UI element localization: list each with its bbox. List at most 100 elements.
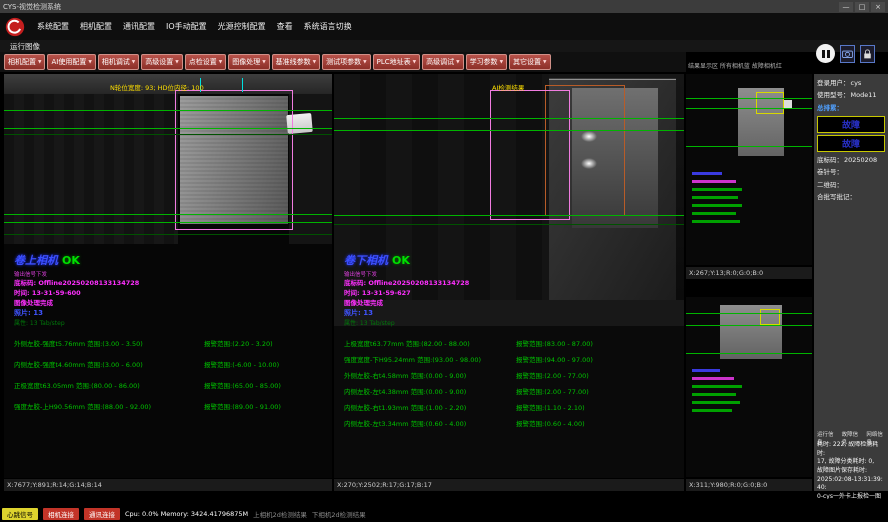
guide-line-overlay [686,353,812,354]
guide-line-overlay [686,313,812,314]
window-title: CYS-视觉检测系统 [3,2,61,12]
barcode-label: 底标码： [817,154,843,166]
lower-camera-result-text: 下相机2d检测结果 [312,509,366,519]
toolbar-button-other-settings[interactable]: 其它设置▼ [509,54,550,70]
guide-line-overlay [334,215,684,216]
chevron-down-icon: ▼ [500,60,503,65]
model-label: 使用型号： [817,89,850,101]
signal-text: 输出信号下发 [14,270,328,278]
time-text: 时间: 13-31-59-627 [344,288,680,298]
status-display-box-1: 故障 [817,116,885,133]
barcode-row: 底标码： 20250208 [817,154,885,166]
menu-item-view[interactable]: 查看 [277,21,293,32]
toolbar-button-image-processing[interactable]: 图像处理▼ [228,54,269,70]
mini-text-line [692,385,742,388]
measurement-row: 外侧左胶-强度t5.76mm 范围:(3.00 - 3.50)报警范围:(2.2… [14,338,328,348]
chevron-down-icon: ▼ [38,60,41,65]
measurement-row: 上极宽度t63.77mm 范围:(82.00 - 88.00)报警范围:(83.… [344,338,680,348]
batch-row: 合批写批记： [817,191,885,203]
tab-run-image[interactable]: 运行图像 [10,41,40,52]
camera-name: 卷上相机 [14,254,58,267]
thumbnail-view-top[interactable] [686,74,812,265]
roi-box-overlay [756,92,784,114]
process-status-text: 图像处理完成 [344,298,680,308]
thumbnail-view-bottom[interactable] [686,297,812,477]
toolbar-button-advanced-debug[interactable]: 高级调试▼ [422,54,463,70]
minimize-button[interactable]: — [839,2,853,12]
chevron-down-icon: ▼ [88,60,91,65]
toolbar-button-test-item-params[interactable]: 测试项参数▼ [322,54,370,70]
guide-line-overlay [334,130,684,131]
toolbar-button-baseline-params[interactable]: 基准线参数▼ [272,54,320,70]
chevron-down-icon: ▼ [262,60,265,65]
title-bar: CYS-视觉检测系统 — □ × [0,0,888,13]
toolbar-button-advanced-settings[interactable]: 高级设置▼ [141,54,182,70]
chevron-down-icon: ▼ [219,60,222,65]
tab-row: 运行图像 [0,40,888,52]
toolbar-button-plc-address[interactable]: PLC地址表▼ [373,54,420,70]
stats-text-block: 耗时: 222, 故障检测耗时: 17, 故障分类耗时: 0, 故障图片保存耗时… [814,441,888,499]
model-row: 使用型号： Mode11 [817,89,885,101]
toolbar-button-ai-config[interactable]: AI使用配置▼ [47,54,95,70]
measurement-row: 内侧左胶-强度t4.60mm 范围:(3.00 - 6.00)报警范围:(-6.… [14,359,328,369]
camera-view-lower[interactable]: AI检测结果 卷下相机OK 输出信号下发 底标码: Offline2025020… [334,74,684,478]
result-block-upper: 卷上相机OK 输出信号下发 底标码: Offline20250208133134… [14,252,328,422]
mini-text-line [692,172,722,175]
stats-line: 17, 故障分类耗时: 0, [817,458,885,467]
chevron-down-icon: ▼ [413,60,416,65]
ai-result-caption: AI检测结果 [492,82,524,92]
lock-icon-button[interactable] [860,45,875,63]
menu-item-camera-config[interactable]: 相机配置 [80,21,112,32]
roi-box-overlay [760,309,780,325]
maximize-button[interactable]: □ [855,2,869,12]
menu-item-language-switch[interactable]: 系统语言切换 [304,21,352,32]
stats-line: 故障图片保存耗时: [817,467,885,476]
mini-text-line [692,369,720,372]
mini-result-text [692,369,742,417]
info-panel: 登录用户： cys 使用型号： Mode11 总排累： 故障 故障 底标码： 2… [814,74,888,491]
status-badge: OK [392,254,410,267]
attribute-text: 属性: 13 Tab/step [344,319,680,328]
measurement-row: 强度宽度-下H95.24mm 范围:(93.00 - 98.00)报警范围:(9… [344,354,680,364]
login-user-value: cys [851,77,862,89]
toolbar-button-camera-debug[interactable]: 相机调试▼ [98,54,139,70]
app-logo-icon [4,16,26,38]
barcode-value: 20250208 [844,154,877,166]
guide-line-overlay [4,110,332,111]
time-text: 时间: 13-31-59-600 [14,288,328,298]
status-display-box-2: 故障 [817,135,885,152]
pause-icon [822,50,825,58]
process-status-text: 图像处理完成 [14,298,328,308]
measurement-row: 外侧左胶-右t4.58mm 范围:(0.00 - 9.00)报警范围:(2.00… [344,370,680,380]
toolbar-button-camera-config[interactable]: 相机配置▼ [4,54,45,70]
qrcode-label: 二维码： [817,179,843,191]
menu-item-system-config[interactable]: 系统配置 [37,21,69,32]
mini-text-line [692,196,738,199]
attribute-text: 属性: 13 Tab/step [14,319,328,328]
toolbar-button-spot-check[interactable]: 点检设置▼ [185,54,226,70]
toolbar-button-learning-params[interactable]: 学习参数▼ [466,54,507,70]
camera-name: 卷下相机 [344,254,388,267]
close-button[interactable]: × [871,2,885,12]
measurement-row: 正极宽度t63.05mm 范围:(80.00 - 86.00)报警范围:(65.… [14,380,328,390]
guide-line-overlay [334,118,684,119]
guide-line-overlay [4,134,332,135]
batch-label: 合批写批记： [817,191,856,203]
pixel-coordinate-readout: X:311;Y:980;R:0;G:0;B:0 [686,479,812,491]
menu-item-comm-config[interactable]: 通讯配置 [123,21,155,32]
menu-item-io-manual-config[interactable]: IO手动配置 [166,21,207,32]
barcode-text: 底标码: Offline20250208133134728 [14,278,328,288]
guide-line-overlay [686,98,812,99]
measurement-row: 内侧左胶-右t1.93mm 范围:(1.00 - 2.20)报警范围:(1.10… [344,402,680,412]
camera-view-upper[interactable]: N轮位宽度: 93; HD位内径: 100 卷上相机OK 输出信号下发 底标码:… [4,74,332,478]
pause-icon [827,50,830,58]
mini-text-line [692,188,742,191]
camera-icon-button[interactable] [840,45,855,63]
login-user-label: 登录用户： [817,77,850,89]
mini-text-line [692,180,736,183]
photo-count-text: 照片: 13 [14,308,328,319]
menu-item-light-control-config[interactable]: 光源控制配置 [218,21,266,32]
mini-text-line [692,409,732,412]
pause-button[interactable] [816,44,835,63]
pixel-coordinate-readout: X:270;Y:2502;R:17;G:17;B:17 [334,479,684,491]
